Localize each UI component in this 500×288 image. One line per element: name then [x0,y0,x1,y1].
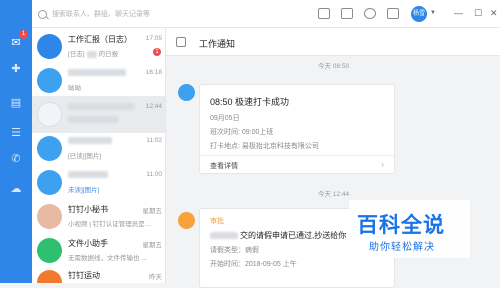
conversation-name [68,136,112,145]
conversation-item[interactable]: [已读][图片] 11:02 [32,130,165,167]
chat-bubble-icon[interactable] [318,8,330,19]
messages-badge: 1 [19,30,28,39]
watermark: 百科全说 助你轻松解决 [349,200,470,258]
notification-icon [176,37,186,47]
card-title: 08:50 极速打卡成功 [210,97,290,107]
search-input[interactable]: 搜索联系人、群组、聊天记录等 [52,9,150,19]
sport-avatar [37,270,62,283]
contact-avatar [37,136,62,161]
work-icon[interactable]: ▤ [9,96,23,109]
conversation-preview: 小视频 | 钉钉认证管理员是… [68,221,152,228]
approval-icon [178,212,195,229]
card-tag: 审批 [210,218,224,225]
card-shift: 班次时间: 09:00上班 [210,129,274,136]
conversation-preview: [日志] 的日报 [68,50,119,58]
chat-header: 工作通知 [166,28,500,56]
top-bar: 搜索联系人、群组、聊天记录等 杨雪 ▼ — ☐ ✕ [32,0,500,28]
conversation-preview: 呦呦 [68,85,81,92]
minimize-icon[interactable]: — [454,8,463,18]
cloud-upload-icon[interactable] [364,8,376,19]
conversation-name: 工作汇报（日志） [68,35,132,44]
punch-card: 08:50 极速打卡成功 09月05日 班次时间: 09:00上班 打卡地点: … [199,84,395,174]
left-rail: ✉ 1 ✚ ▤ ☰ ✆ ☁ [0,0,32,283]
conversation-name [68,170,108,179]
search-box[interactable]: 搜索联系人、群组、聊天记录等 [38,7,188,21]
dingtalk-window: ✉ 1 ✚ ▤ ☰ ✆ ☁ 搜索联系人、群组、聊天记录等 杨雪 ▼ — ☐ ✕ … [0,0,500,288]
contact-avatar [37,68,62,93]
screen-icon[interactable] [341,8,353,19]
card-location: 打卡地点: 易极抬北京科技有限公司 [210,143,319,150]
chevron-down-icon[interactable]: ▼ [430,10,436,16]
watermark-subtitle: 助你轻松解决 [369,242,435,253]
card-divider [200,155,394,156]
conversation-item[interactable]: 钉钉小秘书 小视频 | 钉钉认证管理员是… 星期五 [32,198,165,235]
conversation-time: 12:44 [145,103,162,110]
conversation-item[interactable]: 钉钉运动 昨天 [32,264,165,283]
unread-badge: 1 [153,48,161,56]
conversation-time: 昨天 [149,274,162,281]
group-avatar [37,102,62,127]
chat-title: 工作通知 [199,39,236,49]
conversation-item[interactable]: 12:44 [32,96,165,133]
assistant-avatar [37,204,62,229]
search-icon [38,9,47,19]
conversation-item[interactable]: 呦呦 16:18 [32,62,165,99]
conversation-name: 钉钉小秘书 [68,205,108,214]
conversation-preview: [已读][图片] [68,153,102,160]
conversation-item[interactable]: 工作汇报（日志） [日志] 的日报 17:05 1 [32,28,165,65]
card-title: 交的请假申请已通过,抄送给你 [210,230,346,241]
ding-icon[interactable]: ✚ [9,62,23,75]
conversation-time: 17:05 [145,35,162,42]
contact-avatar [37,170,62,195]
maximize-icon[interactable]: ☐ [474,8,482,18]
message-timestamp: 今天 12:44 [318,191,350,198]
contacts-icon[interactable]: ☰ [9,126,23,139]
log-avatar [37,34,62,59]
view-details-link[interactable]: 查看详情 [210,161,238,171]
conversation-name [68,68,126,77]
conversation-list: 工作汇报（日志） [日志] 的日报 17:05 1 呦呦 16:18 12:44 … [32,28,166,283]
folder-icon[interactable] [387,8,399,19]
conversation-name [68,102,134,111]
conversation-time: 11:00 [146,171,162,178]
card-date: 09月05日 [210,115,240,122]
conversation-name: 钉钉运动 [68,271,100,280]
conversation-item[interactable]: 未读][图片] 11:00 [32,164,165,201]
conversation-preview: 未读][图片] [68,187,100,194]
file-helper-avatar [37,238,62,263]
cloud-icon[interactable]: ☁ [9,182,23,195]
chevron-right-icon[interactable]: › [381,160,384,169]
conversation-time: 星期五 [142,208,163,215]
message-timestamp: 今天 08:50 [318,63,350,70]
leave-type: 请假类型：病假 [210,247,259,254]
conversation-preview [68,116,118,123]
conversation-time: 11:02 [146,137,162,144]
conversation-time: 16:18 [145,69,162,76]
conversation-time: 星期五 [142,242,163,249]
conversation-name: 文件小助手 [68,239,108,248]
user-avatar[interactable]: 杨雪 [411,6,427,22]
phone-icon[interactable]: ✆ [9,152,23,165]
leave-start: 开始时间：2018-09-05 上午 [210,261,297,268]
watermark-title: 百科全说 [357,214,445,237]
location-pin-icon [178,84,195,101]
close-icon[interactable]: ✕ [490,8,498,18]
conversation-preview: 无需数据线，文件传输也 … [68,255,148,262]
